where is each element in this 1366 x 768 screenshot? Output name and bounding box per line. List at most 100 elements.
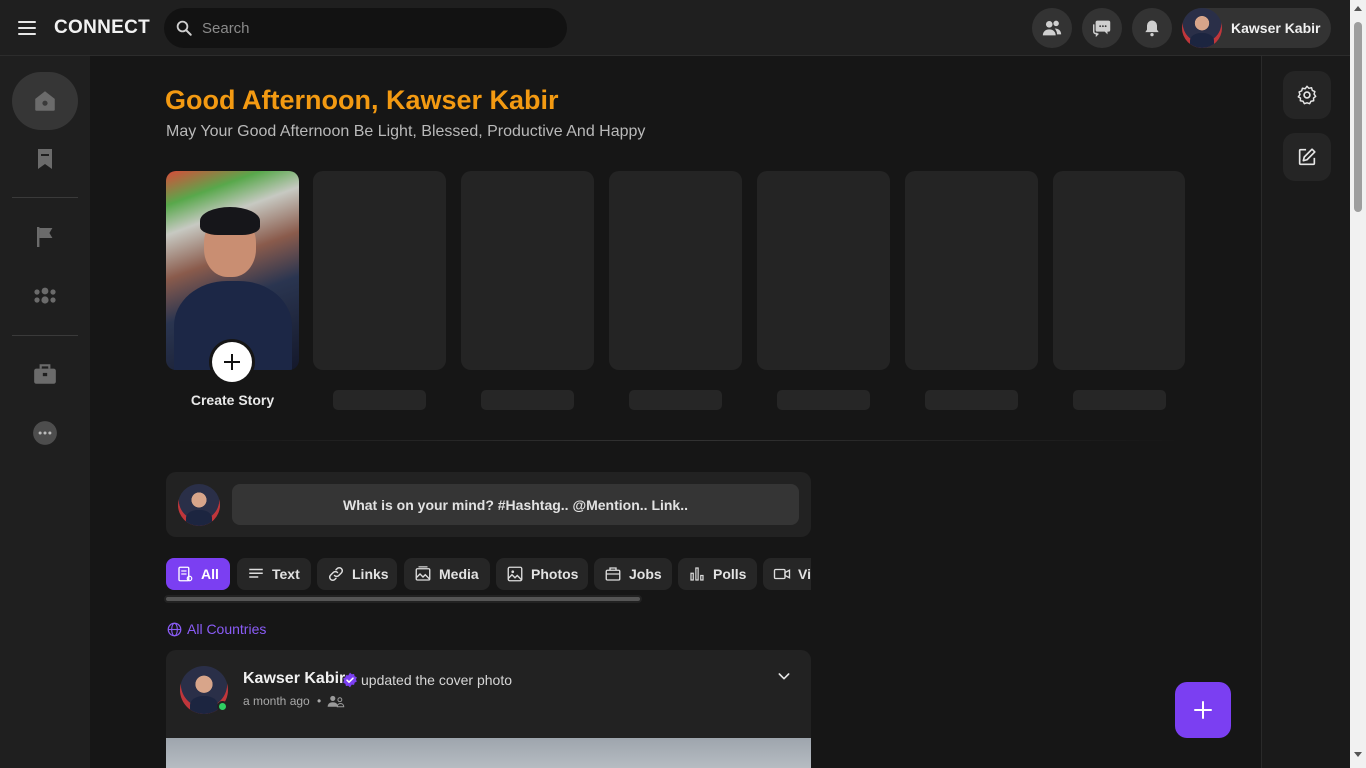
filter-label: Links bbox=[352, 566, 389, 582]
media-icon bbox=[415, 566, 431, 581]
friends-icon bbox=[1042, 20, 1062, 36]
filter-media[interactable]: Media bbox=[404, 558, 490, 590]
globe-icon bbox=[167, 622, 182, 636]
filter-label: Vi bbox=[798, 566, 811, 582]
story-placeholder bbox=[1053, 171, 1185, 370]
post-cover-image[interactable] bbox=[166, 738, 811, 768]
story-label-placeholder bbox=[925, 390, 1018, 410]
nav-jobs[interactable] bbox=[12, 345, 78, 403]
post-author[interactable]: Kawser Kabir bbox=[243, 670, 345, 688]
bell-icon bbox=[1145, 20, 1159, 37]
story-placeholder bbox=[461, 171, 594, 370]
filter-text[interactable]: Text bbox=[237, 558, 311, 590]
video-icon bbox=[773, 568, 791, 580]
composer-input[interactable]: What is on your mind? #Hashtag.. @Mentio… bbox=[232, 484, 799, 525]
search-icon bbox=[176, 20, 192, 36]
nav-more[interactable] bbox=[12, 404, 78, 462]
link-icon bbox=[328, 566, 344, 582]
separator-dot: • bbox=[317, 694, 322, 708]
story-label-placeholder bbox=[629, 390, 722, 410]
home-icon bbox=[35, 91, 55, 111]
story-placeholder bbox=[609, 171, 742, 370]
briefcase-icon bbox=[34, 364, 56, 384]
divider bbox=[166, 440, 1185, 441]
scroll-up-icon[interactable] bbox=[1354, 6, 1362, 11]
chevron-down-icon[interactable] bbox=[776, 668, 792, 684]
friends-button[interactable] bbox=[1032, 8, 1072, 48]
story-label-placeholder bbox=[777, 390, 870, 410]
create-story-label: Create Story bbox=[190, 392, 275, 408]
briefcase-icon bbox=[605, 567, 621, 581]
brand-logo[interactable]: CONNECT bbox=[54, 17, 150, 39]
user-menu[interactable]: Kawser Kabir bbox=[1182, 8, 1331, 48]
filter-jobs[interactable]: Jobs bbox=[594, 558, 672, 590]
edit-button[interactable] bbox=[1283, 133, 1331, 181]
page-title: Good Afternoon, Kawser Kabir bbox=[165, 85, 559, 115]
create-story-card[interactable] bbox=[166, 171, 299, 370]
filter-scrollbar[interactable] bbox=[164, 595, 642, 603]
left-sidebar bbox=[0, 56, 90, 768]
add-story-button[interactable] bbox=[212, 342, 252, 382]
more-icon bbox=[33, 421, 57, 445]
filter-label: Photos bbox=[531, 566, 579, 582]
filter-photos[interactable]: Photos bbox=[496, 558, 588, 590]
notifications-button[interactable] bbox=[1132, 8, 1172, 48]
photo-icon bbox=[507, 566, 523, 582]
scrollbar-thumb[interactable] bbox=[1354, 22, 1362, 212]
search-input[interactable] bbox=[202, 19, 542, 37]
story-label-placeholder bbox=[333, 390, 426, 410]
verified-icon bbox=[343, 672, 357, 688]
settings-button[interactable] bbox=[1283, 71, 1331, 119]
avatar bbox=[178, 484, 220, 526]
filter-label: Jobs bbox=[629, 566, 662, 582]
filter-label: All bbox=[201, 566, 219, 582]
filter-all[interactable]: All bbox=[166, 558, 230, 590]
edit-icon bbox=[1298, 148, 1316, 166]
online-status bbox=[217, 701, 228, 712]
filter-label: Text bbox=[272, 566, 300, 582]
menu-icon[interactable] bbox=[12, 13, 42, 43]
filter-links[interactable]: Links bbox=[317, 558, 397, 590]
audience-icon bbox=[327, 695, 345, 708]
filter-label: Polls bbox=[713, 566, 747, 582]
post-time[interactable]: a month ago bbox=[243, 694, 310, 708]
post-action: updated the cover photo bbox=[361, 672, 513, 688]
post-composer: What is on your mind? #Hashtag.. @Mentio… bbox=[166, 472, 811, 537]
story-placeholder bbox=[313, 171, 446, 370]
story-label-placeholder bbox=[1073, 390, 1166, 410]
messages-button[interactable] bbox=[1082, 8, 1122, 48]
divider bbox=[12, 335, 78, 336]
story-placeholder bbox=[757, 171, 890, 370]
scroll-down-icon[interactable] bbox=[1354, 752, 1362, 757]
top-bar: CONNECT Kawser Kabir bbox=[0, 0, 1366, 56]
bookmark-icon bbox=[38, 149, 52, 169]
divider bbox=[12, 197, 78, 198]
filter-polls[interactable]: Polls bbox=[678, 558, 757, 590]
post-card: Kawser Kabir updated the cover photo a m… bbox=[166, 650, 811, 768]
post-filter-tabs: All Text Links Media Photos Jobs Polls V… bbox=[166, 558, 811, 591]
page-scrollbar[interactable] bbox=[1350, 0, 1366, 768]
nav-pages[interactable] bbox=[12, 208, 78, 266]
feed-icon bbox=[178, 566, 193, 582]
nav-groups[interactable] bbox=[12, 267, 78, 325]
right-sidebar bbox=[1261, 56, 1350, 768]
nav-home[interactable] bbox=[12, 72, 78, 130]
avatar bbox=[1182, 8, 1222, 48]
nav-saved[interactable] bbox=[12, 130, 78, 188]
text-icon bbox=[249, 568, 263, 578]
search-box[interactable] bbox=[164, 8, 567, 48]
create-post-fab[interactable] bbox=[1175, 682, 1231, 738]
chat-icon bbox=[1093, 20, 1111, 38]
bar-chart-icon bbox=[690, 567, 704, 581]
user-name: Kawser Kabir bbox=[1231, 20, 1321, 36]
filter-label: Media bbox=[439, 566, 479, 582]
story-photo-hair bbox=[200, 207, 260, 235]
filter-videos[interactable]: Vi bbox=[763, 558, 811, 590]
group-icon bbox=[34, 287, 56, 304]
gear-icon bbox=[1297, 85, 1317, 105]
greeting-subtitle: May Your Good Afternoon Be Light, Blesse… bbox=[166, 123, 646, 140]
country-filter-label: All Countries bbox=[187, 621, 267, 637]
country-filter[interactable]: All Countries bbox=[167, 621, 266, 637]
story-label-placeholder bbox=[481, 390, 574, 410]
flag-icon bbox=[37, 227, 53, 247]
